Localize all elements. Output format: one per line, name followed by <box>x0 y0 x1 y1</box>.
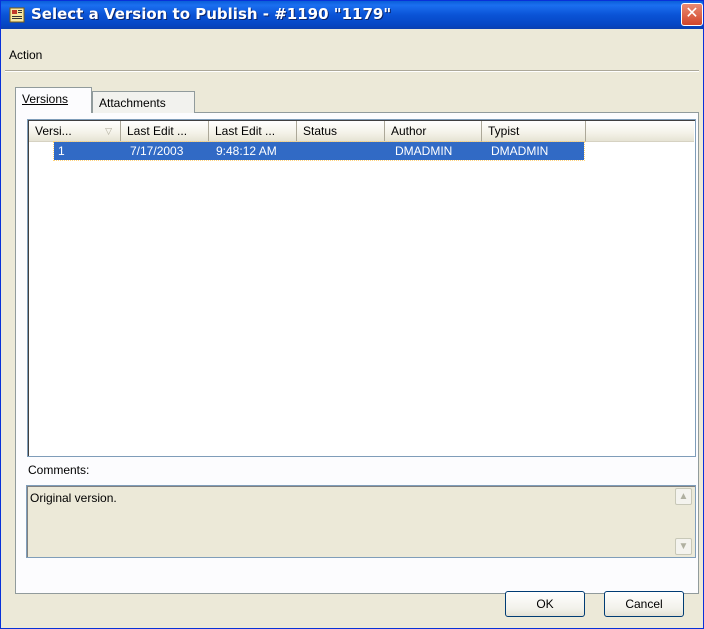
tab-versions-label: Versions <box>22 92 69 106</box>
window-title: Select a Version to Publish - #1190 "117… <box>31 5 392 23</box>
scroll-up-icon[interactable]: ▲ <box>675 488 692 505</box>
column-header-author[interactable]: Author <box>385 121 482 142</box>
versions-list[interactable]: Versi... ▽ Last Edit ... Last Edit ... S… <box>27 119 696 457</box>
close-icon: ✕ <box>685 5 699 22</box>
cell-typist: DMADMIN <box>491 144 549 158</box>
cell-version: 1 <box>58 144 65 158</box>
comments-scrollbar[interactable]: ▲ ▼ <box>675 488 692 555</box>
table-row[interactable]: 1 7/17/2003 9:48:12 AM DMADMIN DMADMIN <box>53 141 585 161</box>
cancel-button[interactable]: Cancel <box>604 591 684 617</box>
column-header-last-edit-time[interactable]: Last Edit ... <box>209 121 297 142</box>
cell-date: 7/17/2003 <box>130 144 184 158</box>
menu-action[interactable]: Action <box>9 48 42 62</box>
comments-text: Original version. <box>30 491 117 505</box>
list-header: Versi... ▽ Last Edit ... Last Edit ... S… <box>29 121 694 142</box>
cell-author: DMADMIN <box>395 144 453 158</box>
column-header-typist[interactable]: Typist <box>482 121 586 142</box>
comments-field[interactable]: Original version. ▲ ▼ <box>26 485 696 558</box>
tab-attachments-label: Attachments <box>99 96 166 110</box>
comments-label: Comments: <box>28 463 90 477</box>
dialog-window: Select a Version to Publish - #1190 "117… <box>0 0 704 629</box>
column-header-filler <box>586 121 694 142</box>
close-button[interactable]: ✕ <box>681 3 703 26</box>
cell-time: 9:48:12 AM <box>216 144 277 158</box>
menu-divider <box>5 70 699 72</box>
column-header-last-edit-date[interactable]: Last Edit ... <box>121 121 209 142</box>
scroll-down-icon[interactable]: ▼ <box>675 538 692 555</box>
sort-arrow-icon: ▽ <box>105 126 112 136</box>
column-header-version[interactable]: Versi... ▽ <box>29 121 121 142</box>
column-header-status[interactable]: Status <box>297 121 385 142</box>
title-bar[interactable]: Select a Version to Publish - #1190 "117… <box>1 1 703 29</box>
tab-versions[interactable]: Versions <box>15 87 92 113</box>
tab-attachments[interactable]: Attachments <box>92 91 195 113</box>
ok-button[interactable]: OK <box>505 591 585 617</box>
menu-bar: Action <box>1 29 703 71</box>
document-icon <box>9 7 25 23</box>
